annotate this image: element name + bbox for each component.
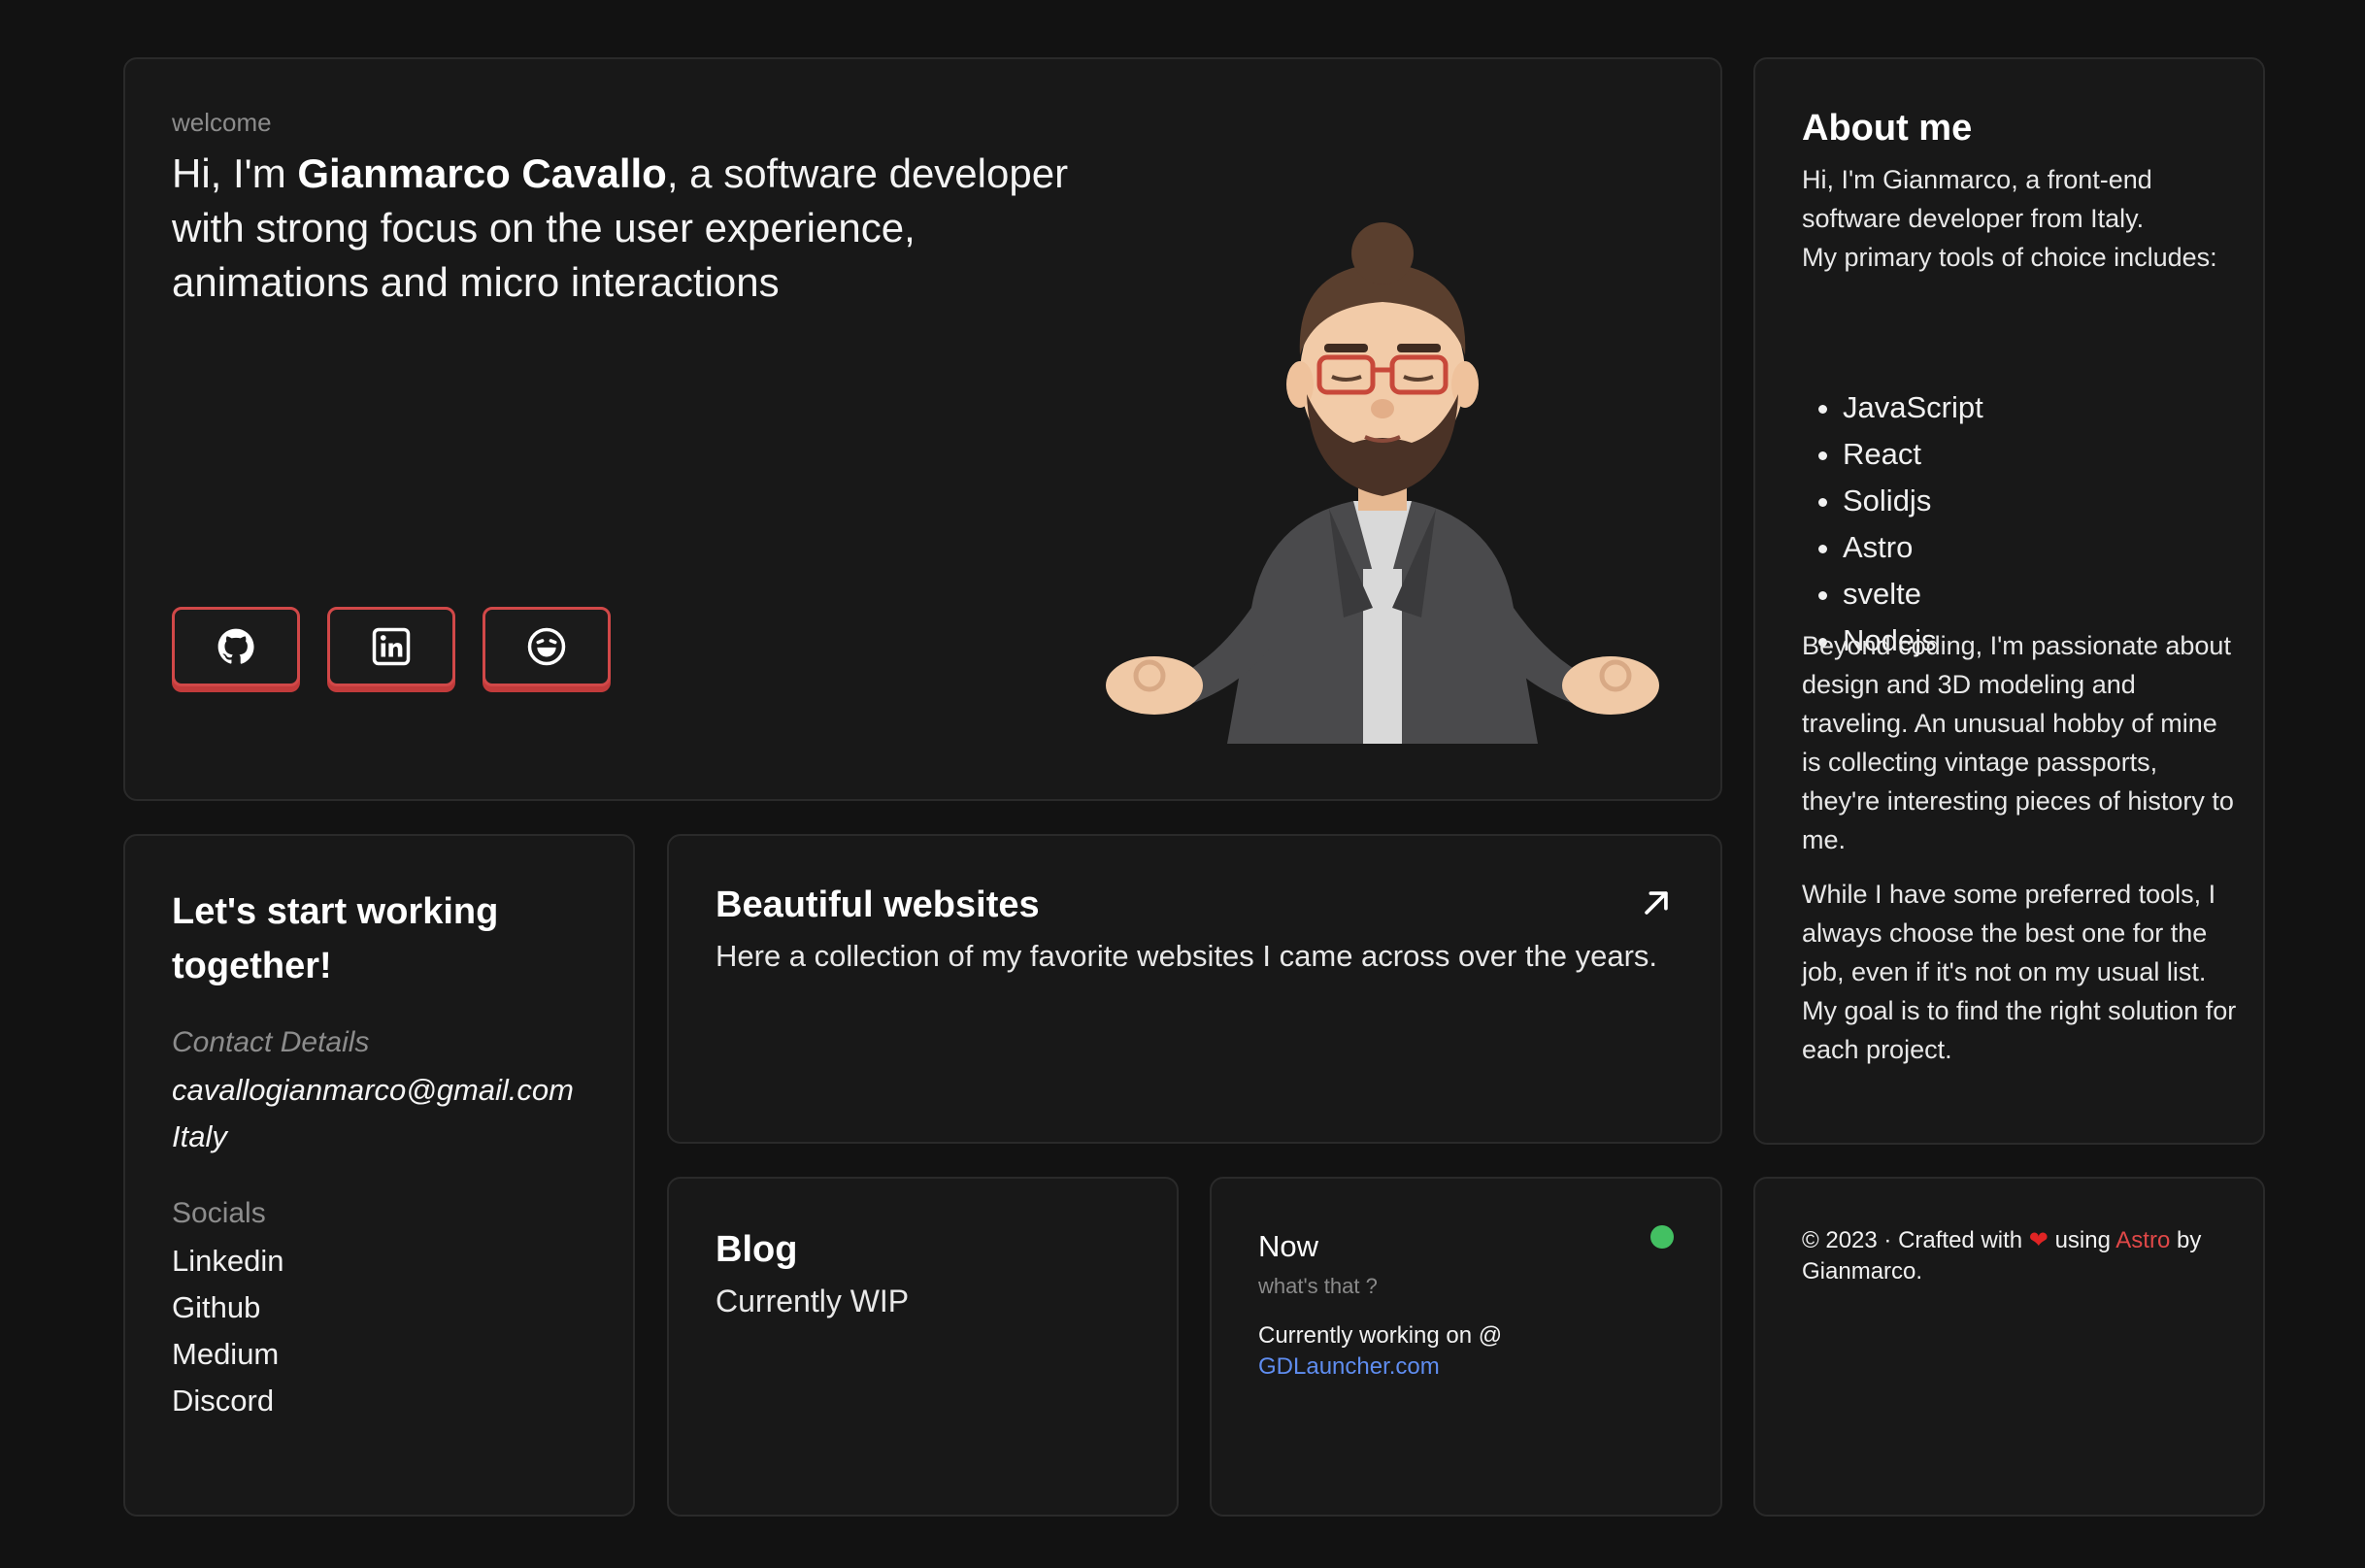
medium-link[interactable]: Medium [172,1337,279,1372]
email-link[interactable]: cavallogianmarco@gmail.com [172,1073,574,1108]
memoji-avatar [1106,222,1659,744]
now-subtitle[interactable]: what's that ? [1258,1274,1378,1299]
contact-title: Let's start working together! [172,891,499,986]
astro-link[interactable]: Astro [2115,1227,2170,1253]
websites-description: Here a collection of my favorite website… [716,939,1658,973]
linkedin-icon [372,627,411,666]
author-name: Gianmarco Cavallo [297,150,667,196]
now-text-prefix: Currently working on @ [1258,1322,1503,1349]
list-item: React [1843,431,1983,478]
blog-card[interactable]: Blog Currently WIP [667,1177,1179,1517]
status-indicator [1650,1225,1674,1249]
now-text: Currently working on @ GDLauncher.com [1258,1320,1666,1383]
contact-details-label: Contact Details [172,1026,370,1058]
about-philosophy: While I have some preferred tools, I alw… [1802,880,2237,1064]
github-button[interactable] [172,607,300,686]
websites-card[interactable]: Beautiful websites Here a collection of … [667,834,1722,1144]
now-title: Now [1258,1229,1319,1263]
list-item: Astro [1843,524,1983,571]
list-item: JavaScript [1843,384,1983,431]
hero-card: welcome Hi, I'm Gianmarco Cavallo, a sof… [123,57,1722,801]
country-label: Italy [172,1119,227,1153]
arrow-up-right-icon[interactable] [1640,886,1673,919]
intro-text: Hi, I'm Gianmarco Cavallo, a software de… [172,147,1123,310]
contact-card: Let's start working together! Contact De… [123,834,635,1517]
tools-list: JavaScript React Solidjs Astro svelte No… [1802,384,1983,664]
about-hobbies: Beyond coding, I'm passionate about desi… [1802,631,2234,854]
about-card: About me Hi, I'm Gianmarco, a front-end … [1753,57,2265,1145]
discord-link[interactable]: Discord [172,1384,274,1418]
github-icon [217,628,254,664]
list-item: Solidjs [1843,478,1983,524]
linkedin-button[interactable] [327,607,455,686]
footer-card: © 2023 · Crafted with ❤ using Astro by G… [1753,1177,2265,1517]
laughing-face-icon [527,627,566,666]
about-title: About me [1802,108,1973,149]
list-item: svelte [1843,571,1983,617]
blog-status: Currently WIP [716,1284,910,1318]
now-card: Now what's that ? Currently working on @… [1210,1177,1722,1517]
heart-icon: ❤ [2028,1227,2049,1253]
intro-prefix: Hi, I'm [172,150,298,196]
footer-text: © 2023 · Crafted with ❤ using Astro by G… [1802,1225,2229,1287]
about-tools-intro: My primary tools of choice includes: [1802,243,2217,272]
linkedin-link[interactable]: Linkedin [172,1244,283,1279]
welcome-label: welcome [172,108,272,137]
websites-title: Beautiful websites [716,884,1040,925]
blog-title: Blog [716,1229,798,1270]
social-buttons [172,607,611,686]
github-link[interactable]: Github [172,1290,260,1325]
gdlauncher-link[interactable]: GDLauncher.com [1258,1353,1440,1380]
footer-using: using [2048,1227,2116,1253]
emoji-button[interactable] [483,607,611,686]
about-intro: Hi, I'm Gianmarco, a front-end software … [1802,165,2152,233]
footer-prefix: © 2023 · Crafted with [1802,1227,2029,1253]
socials-label: Socials [172,1197,266,1229]
